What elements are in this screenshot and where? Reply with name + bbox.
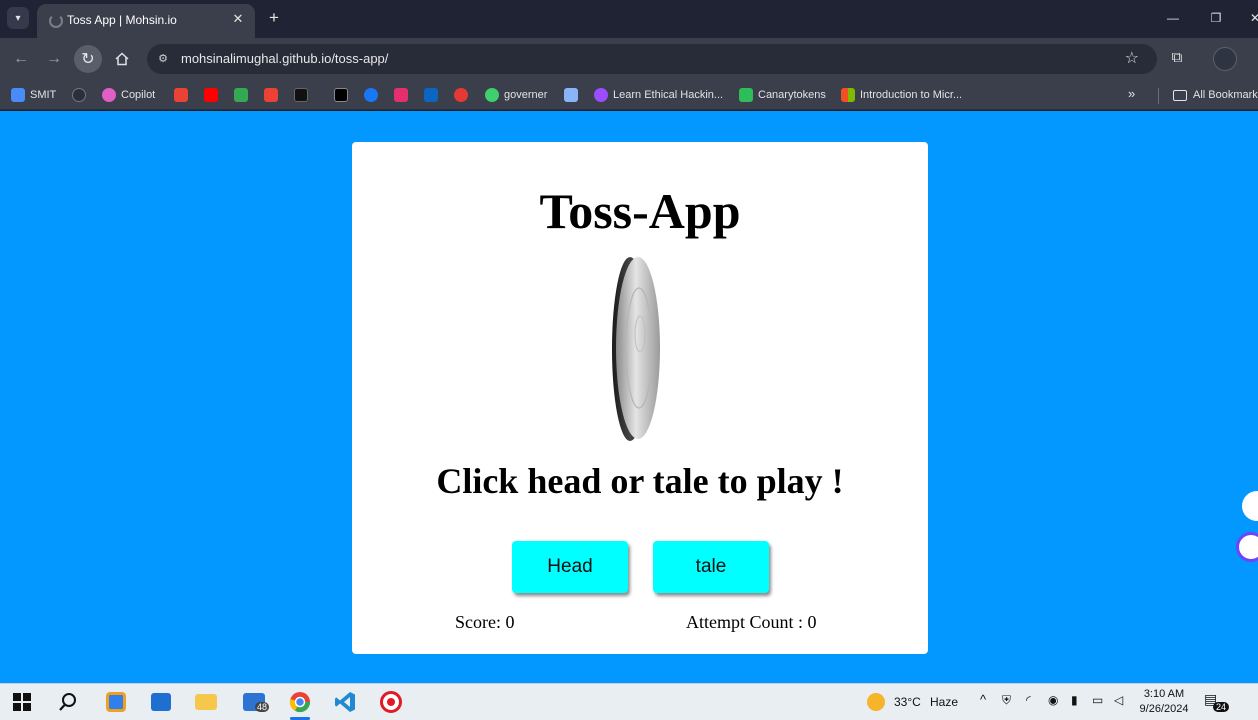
camera-icon[interactable]: ◉ [1048, 693, 1058, 707]
reload-icon[interactable]: ↻ [74, 45, 102, 73]
bookmark-linkedin[interactable] [424, 86, 443, 104]
url-text[interactable]: mohsinalimughal.github.io/toss-app/ [181, 51, 388, 66]
bookmark-x[interactable] [334, 86, 353, 104]
close-window-button[interactable]: ✕ [1245, 8, 1258, 28]
address-bar[interactable]: ⚙ mohsinalimughal.github.io/toss-app/ ☆ [147, 44, 1157, 74]
bookmark-copilot[interactable]: Copilot [102, 86, 155, 104]
notification-count-badge: 24 [1213, 702, 1230, 712]
bookmark-governer[interactable]: governer [485, 86, 547, 104]
microsoft-store-icon[interactable] [149, 690, 173, 714]
bookmark-gmail-2[interactable] [264, 86, 283, 104]
tiktok-icon [294, 88, 308, 102]
bookmark-youtube[interactable] [204, 86, 223, 104]
bookmark-facebook[interactable] [364, 86, 383, 104]
home-icon[interactable] [108, 45, 136, 73]
floating-assistant-icon[interactable] [1236, 532, 1258, 562]
bookmark-tiktok[interactable] [294, 86, 313, 104]
play-prompt: Click head or tale to play ! [436, 461, 844, 501]
bookmark-flag[interactable] [564, 86, 583, 104]
vscode-icon[interactable] [333, 690, 357, 714]
volume-icon[interactable]: ◁ [1114, 693, 1123, 707]
extensions-puzzle-icon[interactable]: ⧉ [1165, 46, 1189, 70]
score-text: Score: 0 [455, 612, 515, 632]
instagram-icon [394, 88, 408, 102]
canarytokens-icon [739, 88, 753, 102]
bookmark-ethical-hacking[interactable]: Learn Ethical Hackin... [594, 86, 723, 104]
microsoft-icon [841, 88, 855, 102]
gmail-icon [174, 88, 188, 102]
toss-app-card: Toss-App Click head or tale to play ! He… [352, 142, 928, 654]
forward-arrow-icon[interactable]: → [40, 45, 68, 73]
widgets-icon[interactable] [104, 690, 128, 714]
governer-icon [485, 88, 499, 102]
coin-icon [612, 257, 660, 441]
windows-taskbar: 48 33°C Haze ^ ⛨ ◜ ◉ ▮ ▭ ◁ 3:10 AM 9/26/… [0, 683, 1258, 720]
floating-share-icon[interactable] [1242, 491, 1258, 521]
clock-time: 3:10 AM [1143, 688, 1185, 700]
system-clock[interactable]: 3:10 AM 9/26/2024 [1136, 687, 1192, 717]
facebook-icon [364, 88, 378, 102]
tab-title: Toss App | Mohsin.io [67, 13, 177, 27]
browser-toolbar: ← → ↻ ⚙ mohsinalimughal.github.io/toss-a… [0, 38, 1258, 80]
linkedin-icon [424, 88, 438, 102]
security-shield-icon[interactable]: ⛨ [1002, 693, 1011, 708]
tale-button[interactable]: tale [653, 541, 769, 593]
wifi-icon[interactable]: ◜ [1026, 693, 1031, 707]
more-bookmarks-chevron-icon[interactable]: » [1128, 86, 1135, 101]
bookmark-141[interactable] [454, 86, 473, 104]
bookmark-smit[interactable]: SMIT [11, 86, 56, 104]
maps-icon [234, 88, 248, 102]
chrome-taskbar-icon[interactable] [288, 690, 312, 714]
page-viewport: Toss-App Click head or tale to play ! He… [0, 111, 1258, 683]
tray-overflow-chevron-icon[interactable]: ^ [980, 692, 986, 707]
github-icon [72, 88, 86, 102]
mail-app-icon[interactable]: 48 [242, 690, 270, 714]
profile-avatar[interactable] [1213, 47, 1237, 71]
smit-icon [11, 88, 25, 102]
bookmark-maps[interactable] [234, 86, 253, 104]
site-info-icon[interactable]: ⚙ [155, 51, 171, 67]
attempt-count-text: Attempt Count : 0 [686, 612, 817, 632]
bookmark-canarytokens[interactable]: Canarytokens [739, 86, 826, 104]
x-twitter-icon [334, 88, 348, 102]
folder-icon [1173, 89, 1187, 101]
back-arrow-icon[interactable]: ← [7, 45, 35, 73]
restore-window-button[interactable]: ❐ [1206, 8, 1226, 28]
close-tab-icon[interactable]: ✕ [230, 11, 246, 27]
search-icon[interactable] [56, 690, 80, 714]
screen-recorder-icon[interactable] [379, 690, 403, 714]
battery-icon[interactable]: ▭ [1092, 693, 1103, 707]
copilot-icon [102, 88, 116, 102]
browser-tab-strip: ▾ Toss App | Mohsin.io ✕ + — ❐ ✕ [0, 0, 1258, 38]
clock-date: 9/26/2024 [1139, 703, 1189, 715]
microphone-icon[interactable]: ▮ [1071, 693, 1078, 707]
weather-icon[interactable] [864, 690, 888, 714]
hacking-course-icon [594, 88, 608, 102]
bookmark-gmail-1[interactable] [174, 86, 193, 104]
weather-temperature[interactable]: 33°C [894, 695, 921, 709]
head-button[interactable]: Head [512, 541, 628, 593]
new-tab-button[interactable]: + [265, 8, 283, 28]
flag-icon [564, 88, 578, 102]
file-explorer-icon[interactable] [194, 690, 218, 714]
all-bookmarks-button[interactable]: All Bookmarks [1173, 86, 1258, 104]
taskbar-badge: 48 [255, 702, 270, 712]
bookmarks-separator [1158, 88, 1159, 104]
app-141-icon [454, 88, 468, 102]
browser-tab-active[interactable]: Toss App | Mohsin.io ✕ [37, 4, 255, 38]
windows-start-icon[interactable] [10, 690, 34, 714]
bookmark-star-icon[interactable]: ☆ [1125, 48, 1139, 68]
bookmarks-bar: SMIT Copilot governer Learn Ethical Hack… [0, 80, 1258, 110]
gmail-icon [264, 88, 278, 102]
minimize-window-button[interactable]: — [1163, 8, 1183, 28]
bookmark-github[interactable] [72, 86, 91, 104]
youtube-icon [204, 88, 218, 102]
tab-search-chevron-icon[interactable]: ▾ [7, 7, 29, 29]
weather-description[interactable]: Haze [930, 695, 958, 709]
app-title: Toss-App [539, 183, 741, 239]
bookmark-intro-microsoft[interactable]: Introduction to Micr... [841, 86, 962, 104]
bookmark-instagram[interactable] [394, 86, 413, 104]
loading-spinner-icon [49, 14, 63, 28]
coin-image [602, 254, 678, 444]
